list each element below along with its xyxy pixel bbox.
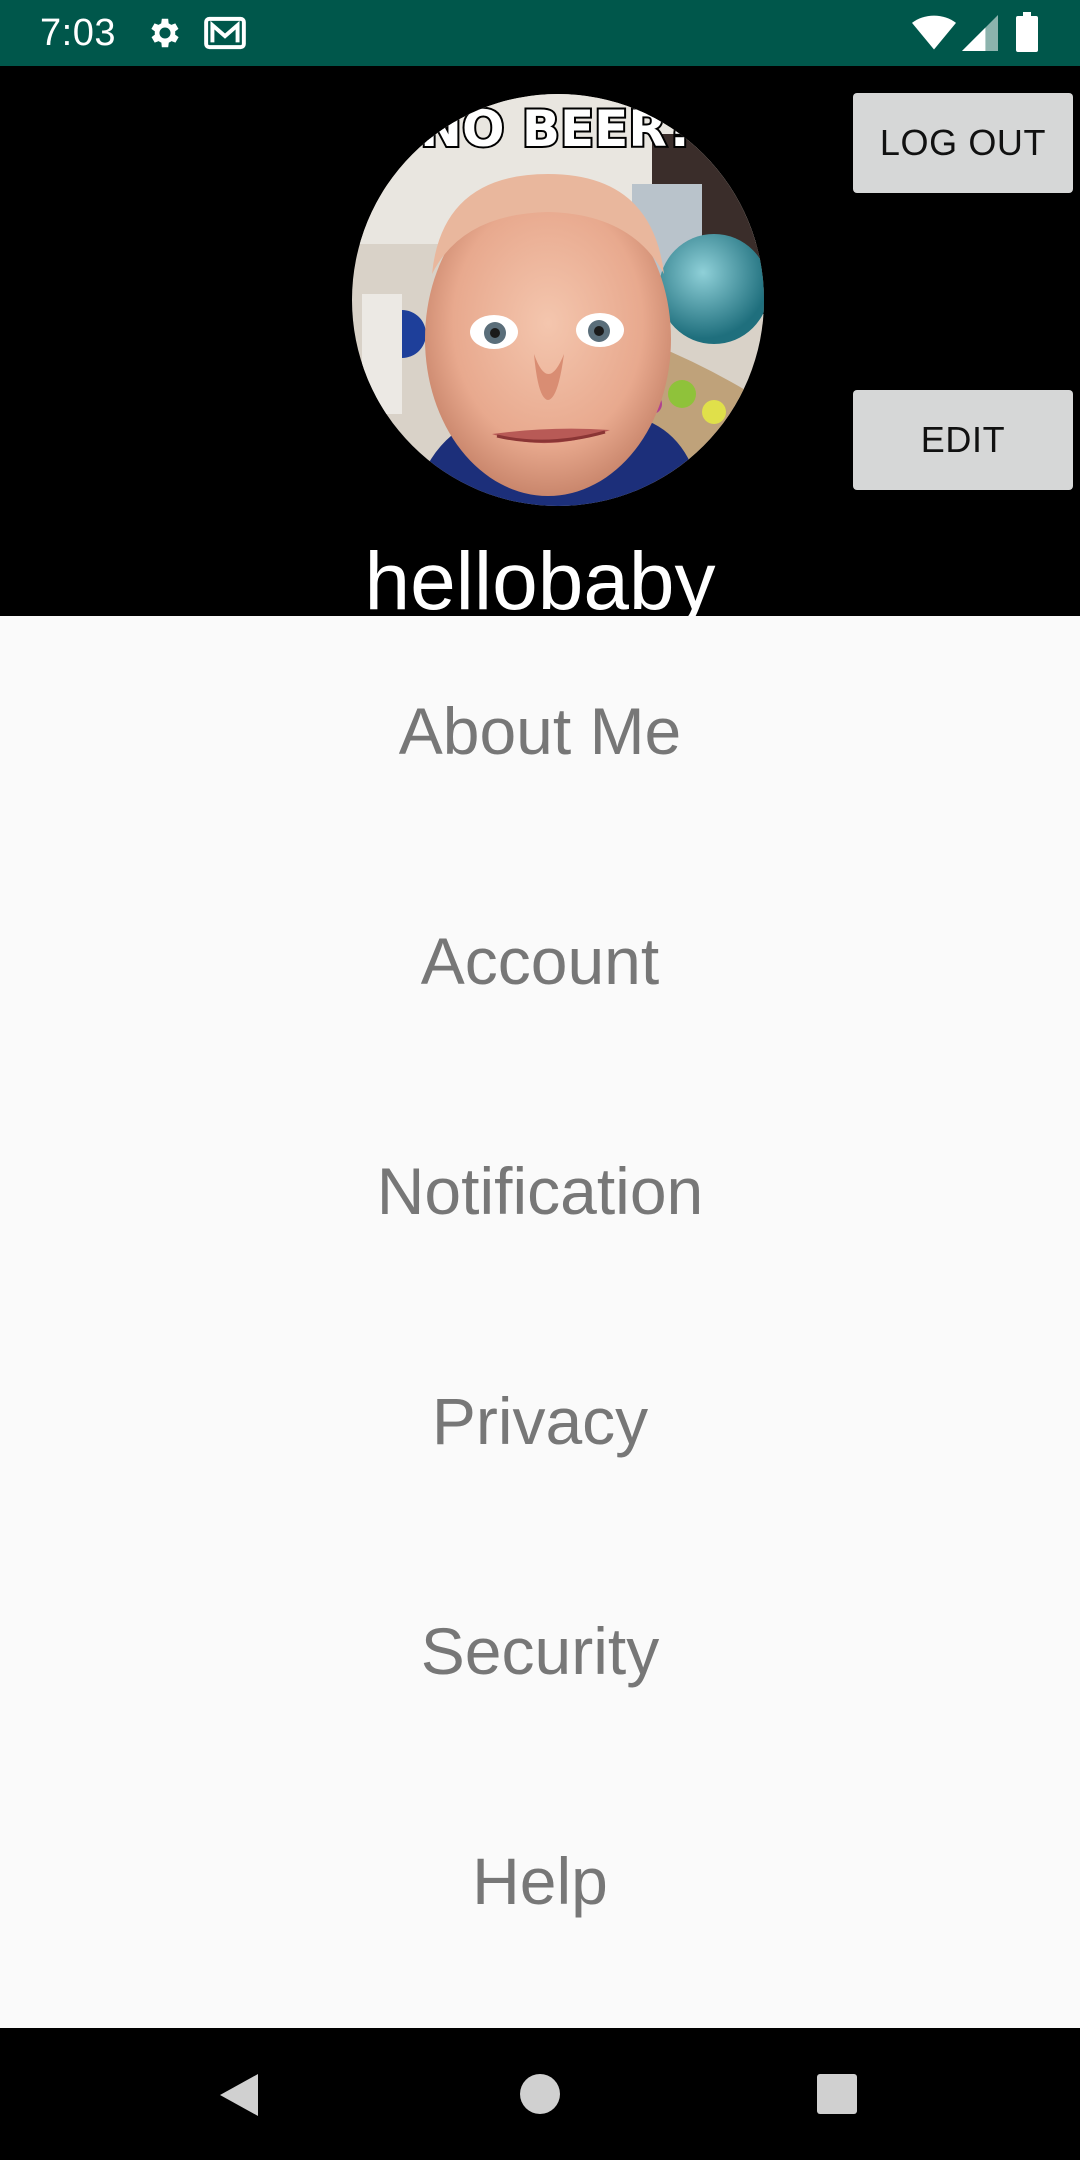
navigation-bar: [0, 2028, 1080, 2160]
profile-header: NO BEER? hellobaby LOG OUT EDIT: [0, 66, 1080, 616]
cell-signal-icon: [962, 15, 998, 51]
menu-item-about-me[interactable]: About Me: [0, 616, 1080, 846]
baby-photo-image: NO BEER?: [352, 94, 764, 506]
username: hellobaby: [364, 536, 716, 616]
menu-item-notification[interactable]: Notification: [0, 1076, 1080, 1306]
wifi-icon: [912, 15, 956, 50]
recents-icon[interactable]: [817, 2074, 857, 2114]
battery-icon: [1016, 12, 1038, 52]
status-bar: 7:03: [0, 0, 1080, 66]
logout-button[interactable]: LOG OUT: [853, 93, 1073, 193]
menu-item-help[interactable]: Help: [0, 1766, 1080, 1996]
edit-button[interactable]: EDIT: [853, 390, 1073, 490]
gmail-icon: [204, 16, 246, 50]
status-time: 7:03: [40, 12, 116, 54]
menu-item-privacy[interactable]: Privacy: [0, 1306, 1080, 1536]
avatar-caption: NO BEER?: [420, 100, 696, 158]
profile-avatar[interactable]: NO BEER?: [352, 94, 764, 506]
gear-icon: [151, 18, 179, 48]
menu-item-security[interactable]: Security: [0, 1536, 1080, 1766]
settings-menu: About Me Account Notification Privacy Se…: [0, 616, 1080, 2028]
menu-item-account[interactable]: Account: [0, 846, 1080, 1076]
back-icon[interactable]: [218, 2072, 260, 2118]
home-icon[interactable]: [520, 2074, 560, 2114]
